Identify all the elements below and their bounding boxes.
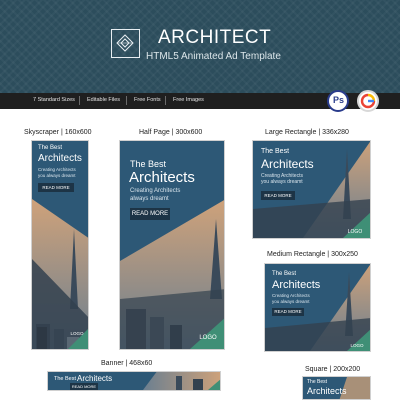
ad-desc: you always dreamt xyxy=(38,173,76,178)
ad-headline: Architects xyxy=(261,157,314,171)
ad-desc: Creating Architects xyxy=(272,293,310,298)
read-more-button[interactable]: READ MORE xyxy=(38,183,74,192)
read-more-button[interactable]: READ MORE xyxy=(70,383,98,390)
label-banner: Banner | 468x60 xyxy=(101,360,153,367)
ad-skyscraper[interactable]: The Best Architects Creating Architects … xyxy=(31,140,89,350)
ad-logo: LOGO xyxy=(350,343,364,348)
feature-images: Free Images xyxy=(173,97,204,103)
ad-tagline: The Best xyxy=(54,376,77,382)
divider xyxy=(165,96,166,105)
feature-fonts: Free Fonts xyxy=(134,97,161,103)
ad-large-rect[interactable]: The Best Architects Creating Architects … xyxy=(252,140,371,239)
ad-logo: LOGO xyxy=(70,331,84,336)
page-title: ARCHITECT xyxy=(158,27,272,48)
google-web-designer-icon xyxy=(357,90,379,112)
ad-desc: Creating Architects xyxy=(38,167,76,172)
read-more-button[interactable]: READ MORE xyxy=(261,191,295,200)
page-subtitle: HTML5 Animated Ad Template xyxy=(146,51,281,62)
label-medium-rect: Medium Rectangle | 300x250 xyxy=(267,251,358,258)
ad-desc: you always dreamt xyxy=(272,299,310,304)
divider xyxy=(79,96,80,105)
ad-tagline: The Best xyxy=(130,159,167,169)
hero-header: ARCHITECT HTML5 Animated Ad Template xyxy=(0,0,400,93)
label-skyscraper: Skyscraper | 160x600 xyxy=(24,129,92,136)
ad-half-page[interactable]: The Best Architects Creating Architects … xyxy=(119,140,225,350)
label-square: Square | 200x200 xyxy=(305,366,361,373)
ad-headline: Architects xyxy=(77,374,113,383)
read-more-button[interactable]: READ MORE xyxy=(272,308,304,316)
ad-logo: LOGO xyxy=(199,335,217,341)
ad-headline: Architects xyxy=(38,153,82,164)
divider xyxy=(126,96,127,105)
read-more-button[interactable]: READ MORE xyxy=(130,208,170,220)
ad-desc: always dreamt xyxy=(130,196,169,202)
feature-editable: Editable Files xyxy=(87,97,121,103)
label-large-rect: Large Rectangle | 336x280 xyxy=(265,129,349,136)
ad-square[interactable]: The Best Architects xyxy=(302,376,371,400)
ad-tagline: The Best xyxy=(272,271,297,277)
ad-headline: Architects xyxy=(272,279,321,291)
architect-logo-icon xyxy=(111,29,140,58)
ad-tagline: The Best xyxy=(38,145,63,151)
ad-desc: you always dreamt xyxy=(261,179,303,185)
page: ARCHITECT HTML5 Animated Ad Template 7 S… xyxy=(0,0,400,400)
ad-logo: LOGO xyxy=(347,229,363,235)
ad-medium-rect[interactable]: The Best Architects Creating Architects … xyxy=(264,263,371,352)
ad-banner[interactable]: The Best Architects READ MORE xyxy=(47,371,221,391)
ad-headline: Architects xyxy=(129,169,195,186)
feature-sizes: 7 Standard Sizes xyxy=(33,97,75,103)
photoshop-icon: Ps xyxy=(327,90,349,112)
ad-tagline: The Best xyxy=(261,148,290,155)
ad-headline: Architects xyxy=(307,386,347,396)
ad-tagline: The Best xyxy=(307,379,328,385)
label-half-page: Half Page | 300x600 xyxy=(139,129,203,136)
ad-desc: Creating Architects xyxy=(130,188,181,194)
